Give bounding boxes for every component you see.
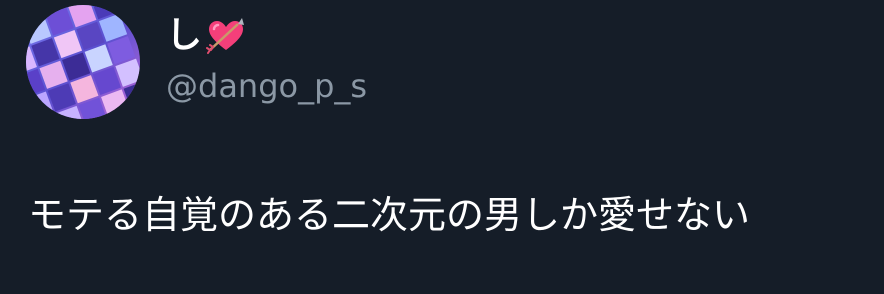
- heart-with-arrow-icon: [206, 16, 246, 56]
- avatar[interactable]: [26, 5, 140, 119]
- tweet-card: し @dango_p_s モテる自覚のある二次元の男しか愛せない: [0, 0, 884, 294]
- user-handle[interactable]: @dango_p_s: [166, 66, 367, 106]
- tweet-text: モテる自覚のある二次元の男しか愛せない: [28, 193, 751, 237]
- avatar-image: [26, 5, 140, 119]
- display-name[interactable]: し: [166, 14, 246, 58]
- display-name-text: し: [166, 15, 203, 56]
